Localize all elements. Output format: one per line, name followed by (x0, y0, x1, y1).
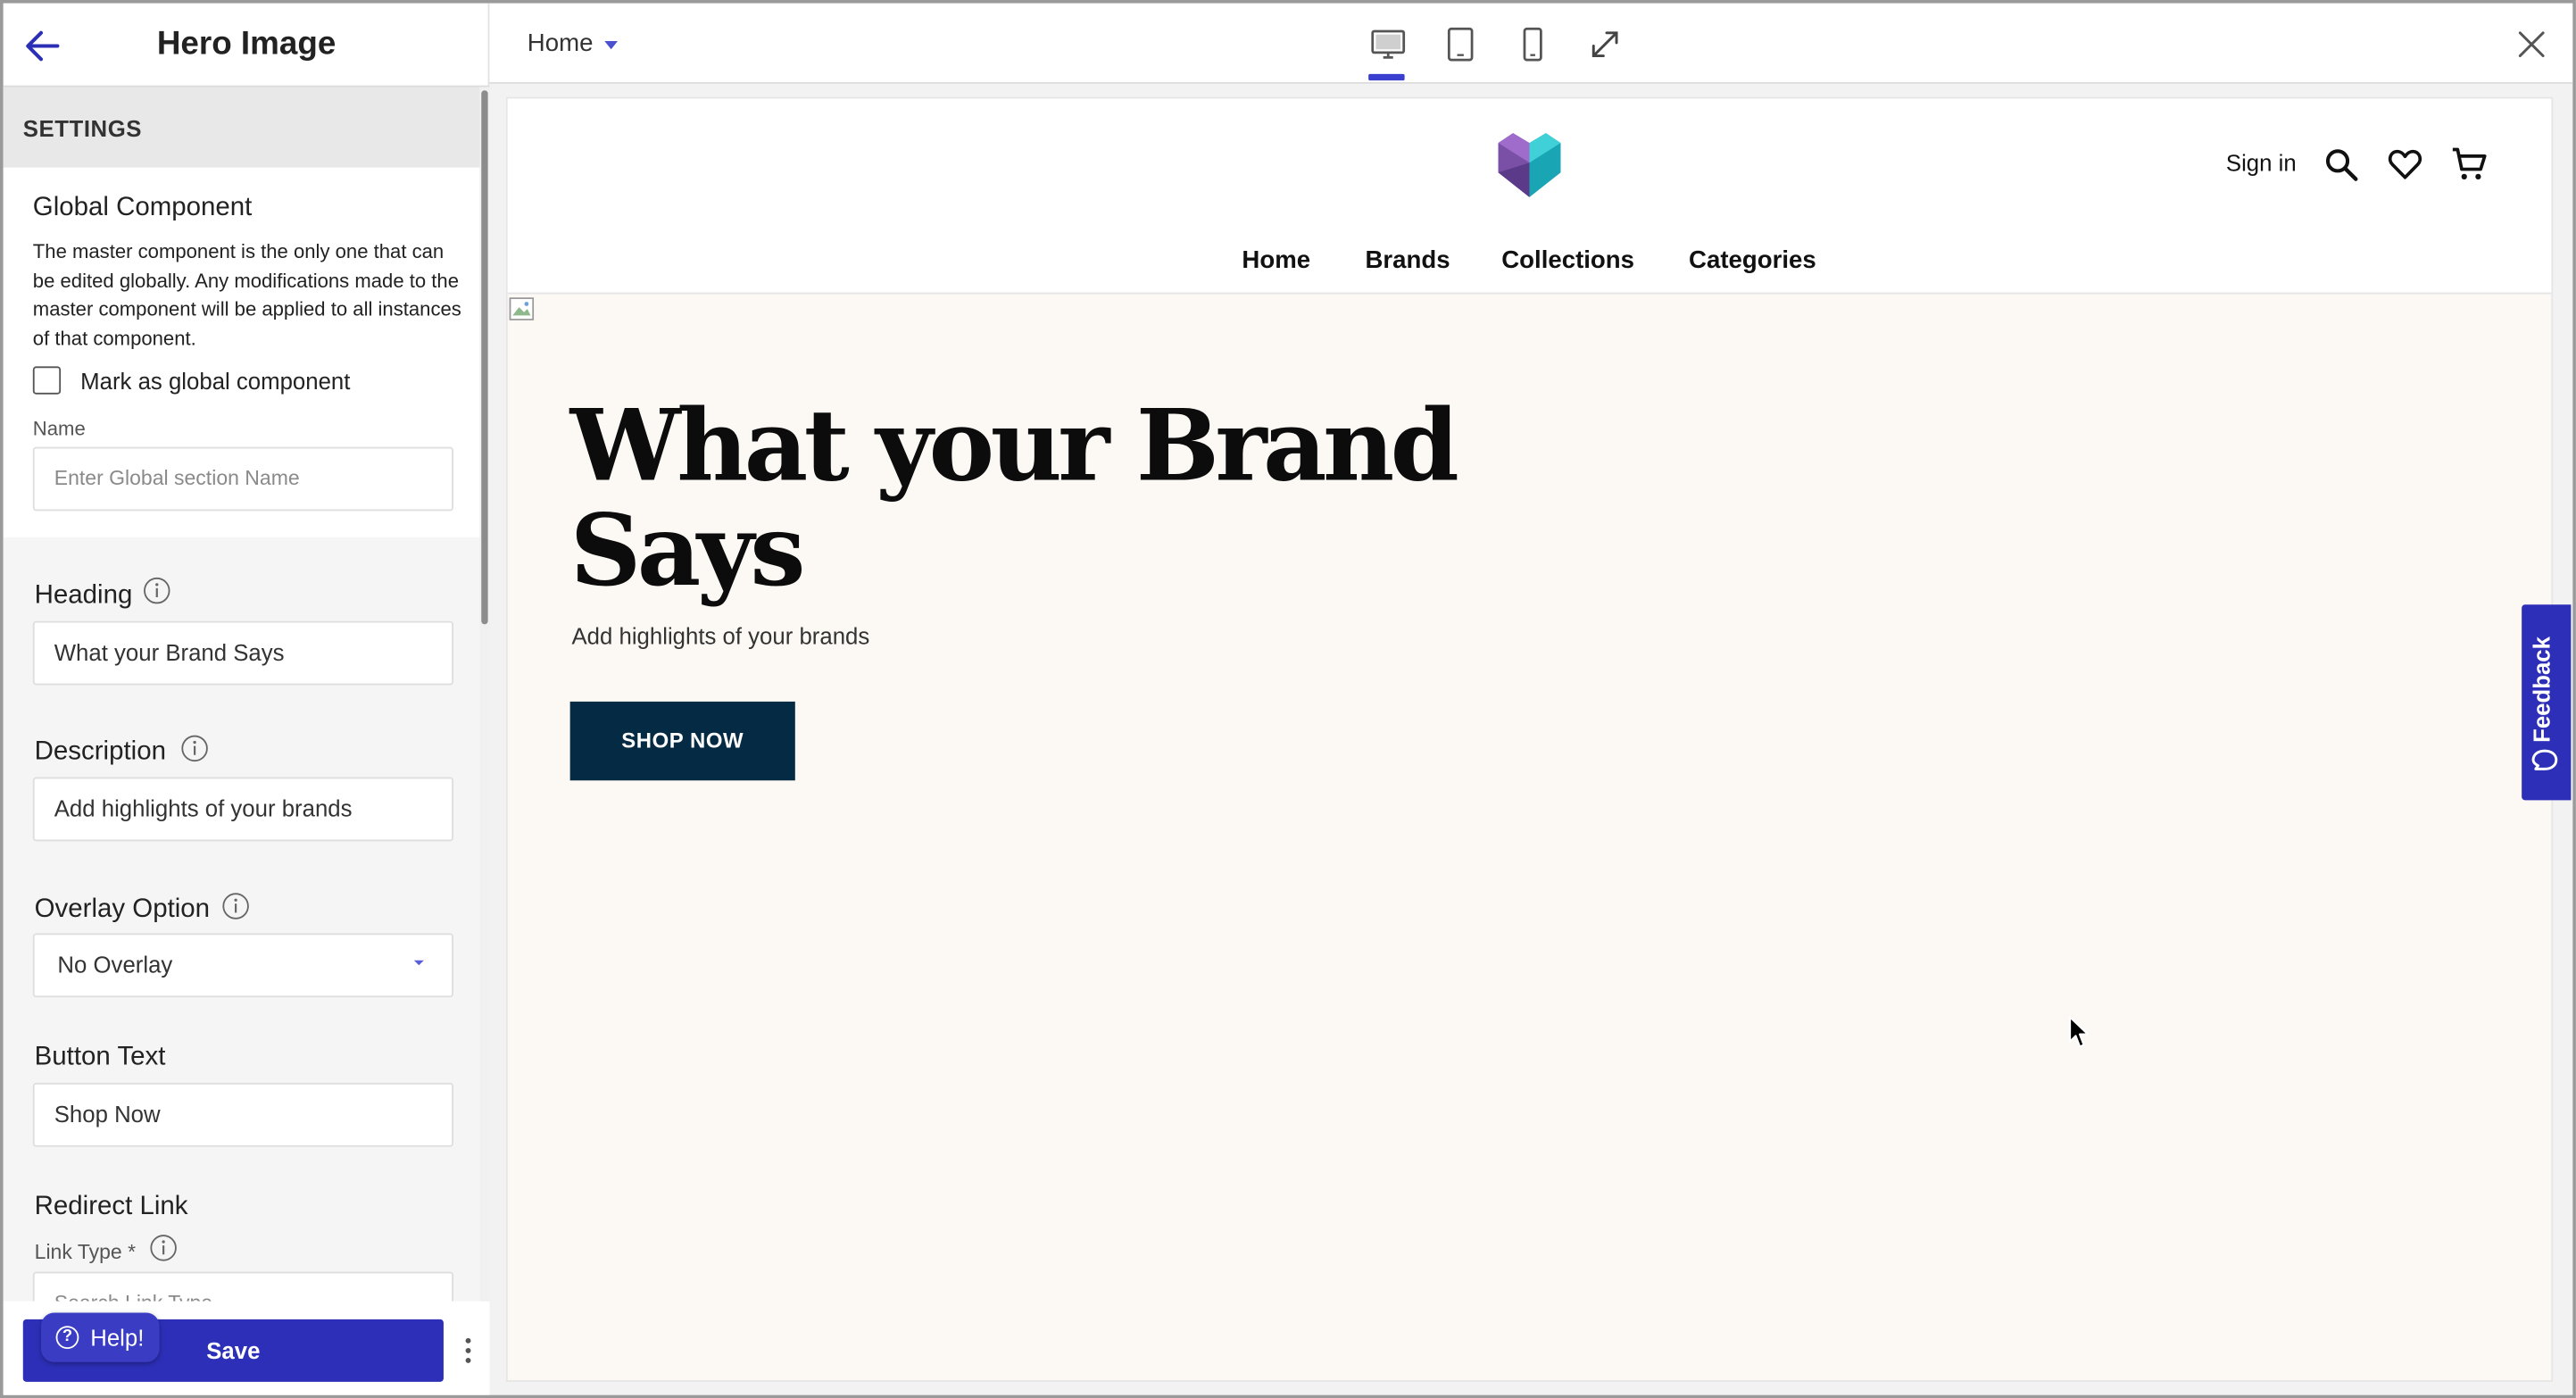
brand-logo[interactable] (1495, 129, 1564, 197)
tablet-icon[interactable] (1441, 25, 1480, 64)
mobile-icon[interactable] (1513, 25, 1552, 64)
overlay-option-select[interactable]: No Overlay (32, 933, 453, 998)
heading-input[interactable]: What your Brand Says (32, 620, 453, 686)
nav-brands[interactable]: Brands (1365, 246, 1450, 274)
global-component-title: Global Component (32, 194, 253, 222)
broken-image-icon (509, 297, 535, 320)
sign-in-link[interactable]: Sign in (2226, 149, 2297, 175)
overlay-option-label: Overlay Option (34, 895, 211, 924)
help-label: Help! (90, 1324, 145, 1351)
chevron-down-icon (413, 960, 424, 966)
caret-down-icon[interactable] (604, 41, 619, 50)
desktop-icon[interactable] (1368, 25, 1408, 64)
overlay-option-value: No Overlay (57, 951, 173, 978)
redirect-link-label: Redirect Link (34, 1193, 188, 1221)
panel-title: Hero Image (156, 26, 337, 62)
page-editor: Hero Image SETTINGS Global Component The… (0, 0, 2576, 1398)
help-button[interactable]: ? Help! (41, 1312, 160, 1362)
feedback-bubble-icon (2531, 749, 2558, 770)
description-label: Description (34, 737, 166, 766)
nav-home[interactable]: Home (1242, 246, 1310, 274)
settings-section-header: SETTINGS (3, 87, 480, 168)
heading-label: Heading (34, 581, 133, 610)
fullscreen-icon[interactable] (1585, 25, 1625, 64)
hero-description: Add highlights of your brands (571, 622, 870, 649)
site-header: Sign in Home Brands Collections Categori… (507, 98, 2552, 295)
search-icon[interactable] (2323, 146, 2358, 182)
active-device-indicator (1368, 73, 1405, 81)
global-component-checkbox[interactable] (32, 366, 62, 395)
scrollbar-thumb[interactable] (481, 90, 488, 625)
back-arrow-icon[interactable] (21, 25, 64, 68)
button-text-input[interactable]: Shop Now (32, 1082, 453, 1147)
mouse-cursor-icon (2068, 1016, 2090, 1048)
editor-toolbar: Home (489, 3, 2573, 84)
global-component-checkbox-label[interactable]: Mark as global component (80, 368, 350, 394)
settings-scroll-area[interactable]: Global Component The master component is… (3, 167, 480, 1302)
settings-panel: Hero Image SETTINGS Global Component The… (3, 3, 490, 1395)
name-label: Name (32, 417, 86, 441)
info-icon[interactable] (180, 735, 208, 762)
page-selector[interactable]: Home (528, 29, 594, 57)
link-type-select[interactable]: Search Link Type (32, 1271, 453, 1302)
hero-heading: What your Brand Says (569, 389, 1459, 610)
settings-label: SETTINGS (22, 114, 143, 142)
panel-footer: Save ? Help! (3, 1301, 490, 1395)
close-icon[interactable] (2517, 29, 2547, 59)
link-type-label: Link Type * (34, 1240, 137, 1264)
page-selector-label: Home (527, 29, 594, 58)
info-icon[interactable] (143, 577, 170, 604)
shop-now-button[interactable]: SHOP NOW (569, 701, 795, 781)
site-preview[interactable]: Sign in Home Brands Collections Categori… (505, 96, 2554, 1382)
global-component-section: Global Component The master component is… (3, 167, 480, 537)
global-component-description: The master component is the only one tha… (32, 239, 461, 350)
global-name-input[interactable]: Enter Global section Name (32, 446, 453, 512)
info-icon[interactable] (221, 892, 249, 920)
info-icon[interactable] (149, 1234, 177, 1261)
button-text-label: Button Text (34, 1043, 166, 1072)
more-options-icon[interactable] (461, 1334, 475, 1367)
help-icon: ? (55, 1326, 79, 1350)
nav-collections[interactable]: Collections (1501, 246, 1634, 274)
heart-icon[interactable] (2387, 146, 2422, 182)
panel-header: Hero Image (3, 4, 490, 87)
feedback-label[interactable]: Feedback (2529, 628, 2555, 743)
description-input[interactable]: Add highlights of your brands (32, 777, 453, 842)
nav-categories[interactable]: Categories (1689, 246, 1816, 274)
cart-icon[interactable] (2451, 146, 2487, 182)
